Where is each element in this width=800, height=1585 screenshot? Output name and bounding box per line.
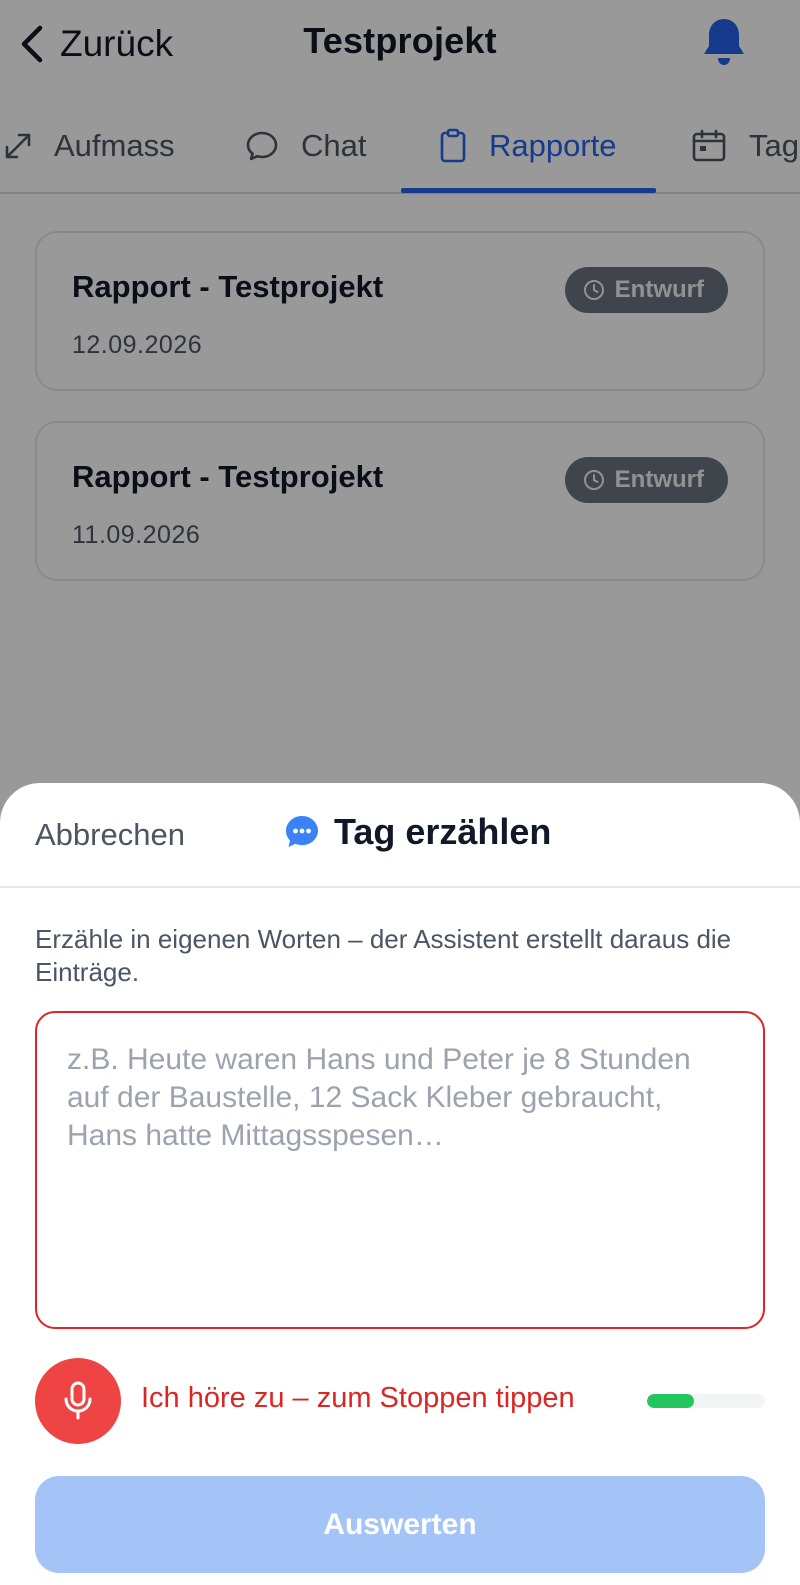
sheet-title: Tag erzählen <box>334 811 552 852</box>
audio-level-meter <box>647 1394 765 1408</box>
audio-level-fill <box>647 1394 695 1408</box>
recording-row: Ich höre zu – zum Stoppen tippen <box>35 1358 765 1444</box>
recording-status: Ich höre zu – zum Stoppen tippen <box>141 1382 575 1414</box>
instruction-text: Erzähle in eigenen Worten – der Assisten… <box>35 924 732 987</box>
day-description-input[interactable] <box>35 1011 765 1329</box>
sheet-title-group: Tag erzählen <box>284 811 551 853</box>
sheet-header: Abbrechen Tag erzählen <box>0 783 800 888</box>
microphone-button[interactable] <box>35 1358 121 1444</box>
cancel-button[interactable]: Abbrechen <box>35 817 185 853</box>
speech-bubble-icon <box>286 816 318 847</box>
microphone-icon <box>64 1381 92 1420</box>
auswerten-button[interactable]: Auswerten <box>35 1476 765 1573</box>
tag-erzaehlen-sheet: Abbrechen Tag erzählen Erzähle in eigene… <box>0 783 800 1585</box>
